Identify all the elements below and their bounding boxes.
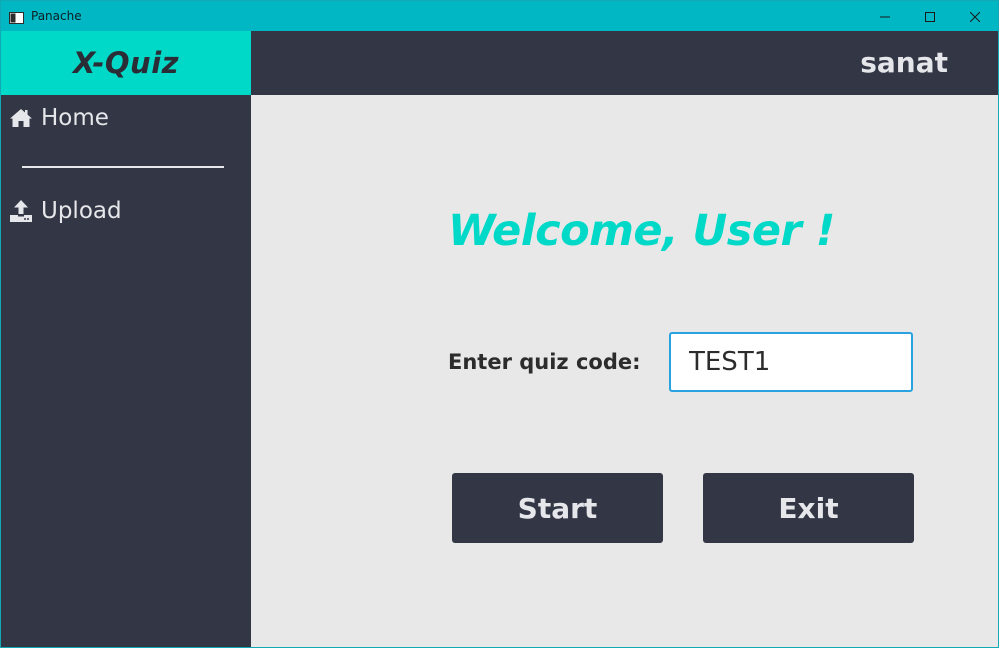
quiz-code-label: Enter quiz code: (448, 350, 641, 374)
client-area: X-Quiz sanat Home Upload Welcome, User !… (1, 31, 998, 647)
sidebar-item-label: Home (41, 105, 109, 131)
sidebar-item-label: Upload (41, 198, 122, 224)
maximize-icon (925, 7, 935, 26)
title-bar[interactable]: Panache (1, 1, 998, 31)
close-button[interactable] (952, 1, 998, 31)
upload-icon (9, 199, 33, 223)
exit-button[interactable]: Exit (703, 473, 914, 543)
welcome-heading: Welcome, User ! (448, 206, 835, 256)
minimize-icon (880, 7, 890, 26)
main-content: Welcome, User ! Enter quiz code: Start E… (251, 95, 998, 647)
maximize-button[interactable] (907, 1, 953, 31)
app-window: Panache X-Quiz sanat Home Upload Welcome… (0, 0, 999, 648)
username-label: sanat (860, 46, 948, 79)
brand-panel: X-Quiz (1, 31, 251, 95)
quiz-code-input[interactable] (669, 332, 913, 392)
sidebar-item-upload[interactable]: Upload (9, 198, 122, 224)
minimize-button[interactable] (862, 1, 908, 31)
sidebar: Home Upload (1, 95, 251, 647)
home-icon (9, 106, 33, 130)
brand-title: X-Quiz (72, 46, 180, 80)
window-title: Panache (31, 9, 82, 23)
top-bar: sanat (251, 31, 998, 95)
app-icon (9, 9, 24, 24)
start-button[interactable]: Start (452, 473, 663, 543)
sidebar-item-home[interactable]: Home (9, 105, 109, 131)
close-icon (969, 7, 981, 26)
sidebar-divider (22, 166, 224, 168)
